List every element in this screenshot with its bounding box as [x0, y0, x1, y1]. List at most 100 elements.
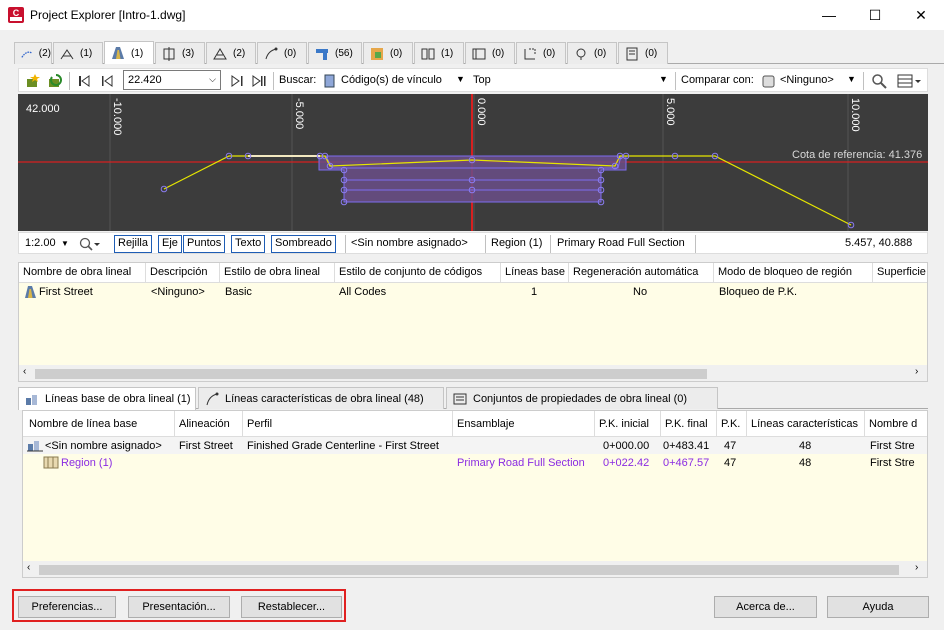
- refresh-icon[interactable]: [47, 73, 63, 89]
- station-selector[interactable]: 22.420 ⌵: [123, 70, 221, 90]
- table-row[interactable]: Region (1) Primary Road Full Section 0+0…: [23, 454, 927, 471]
- table-row[interactable]: <Sin nombre asignado> First Street Finis…: [23, 437, 927, 454]
- section-viewer[interactable]: -10.000 -5.000 0.000 5.000 10.000 42.000 Cot…: [18, 94, 928, 231]
- column-header[interactable]: Nombre d: [869, 418, 917, 430]
- corridor-table-header: Nombre de obra lineal Descripción Estilo d…: [19, 263, 927, 283]
- object-tab[interactable]: (0): [363, 42, 413, 64]
- last-station-icon[interactable]: [251, 73, 267, 89]
- compare-dropdown[interactable]: <Ninguno>: [780, 74, 834, 86]
- object-tab[interactable]: (0): [257, 42, 307, 64]
- profile-icon: [60, 48, 74, 59]
- chevron-down-icon[interactable]: ▼: [456, 74, 465, 84]
- object-tab[interactable]: (56): [308, 42, 362, 64]
- column-header[interactable]: Descripción: [150, 266, 207, 278]
- search-value-dropdown[interactable]: Top: [473, 74, 491, 86]
- cell-style: Basic: [225, 286, 252, 298]
- add-star-icon[interactable]: [25, 73, 41, 89]
- object-tab[interactable]: (0): [465, 42, 515, 64]
- object-tab[interactable]: (3): [155, 42, 205, 64]
- points-toggle[interactable]: Puntos: [183, 235, 226, 253]
- about-button[interactable]: Acerca de...: [714, 596, 817, 618]
- object-tab[interactable]: (0): [618, 42, 668, 64]
- cell-lock-mode: Bloqueo de P.K.: [719, 286, 798, 298]
- offset-tick-label: -5.000: [293, 98, 305, 129]
- baseline-icon: [27, 441, 43, 452]
- text-toggle[interactable]: Texto: [231, 235, 266, 253]
- column-header[interactable]: Alineación: [179, 418, 230, 430]
- help-button[interactable]: Ayuda: [827, 596, 929, 618]
- column-header[interactable]: P.K.: [721, 418, 740, 430]
- column-header[interactable]: Estilo de obra lineal: [224, 266, 320, 278]
- civil3d-app-icon: C: [8, 7, 24, 23]
- scale-dropdown[interactable]: 1:2.00: [25, 237, 56, 249]
- baseline-name: <Sin nombre asignado>: [351, 237, 468, 249]
- object-tab[interactable]: (1): [414, 42, 464, 64]
- minimize-button[interactable]: —: [806, 0, 852, 30]
- cell-assembly: Primary Road Full Section: [457, 457, 585, 469]
- close-button[interactable]: ✕: [898, 0, 944, 30]
- column-header[interactable]: Modo de bloqueo de región: [718, 266, 852, 278]
- compare-surface-icon: [762, 75, 775, 88]
- grid-toggle[interactable]: Rejilla: [114, 235, 152, 253]
- column-header[interactable]: Líneas base: [505, 266, 565, 278]
- chevron-down-icon[interactable]: ▼: [847, 74, 856, 84]
- scroll-left-icon[interactable]: ‹: [27, 562, 30, 573]
- preferences-button[interactable]: Preferencias...: [18, 596, 116, 618]
- pipe-network-icon: [316, 48, 328, 60]
- object-tab[interactable]: (0): [516, 42, 566, 64]
- column-header[interactable]: P.K. inicial: [599, 418, 649, 430]
- column-header[interactable]: Nombre de obra lineal: [23, 266, 131, 278]
- presentation-button[interactable]: Presentación...: [128, 596, 230, 618]
- scrollbar-thumb[interactable]: [35, 369, 707, 379]
- cell-name: <Sin nombre asignado>: [45, 440, 162, 452]
- column-header[interactable]: P.K. final: [665, 418, 708, 430]
- scrollbar-thumb[interactable]: [39, 565, 899, 575]
- title-bar: C Project Explorer [Intro-1.dwg] — ☐ ✕: [0, 0, 944, 30]
- detail-tab[interactable]: Líneas base de obra lineal (1): [18, 387, 196, 410]
- previous-station-icon[interactable]: [99, 73, 115, 89]
- axis-toggle[interactable]: Eje: [158, 235, 182, 253]
- offset-tick-label: 0.000: [475, 98, 487, 126]
- column-header[interactable]: Líneas características: [751, 418, 858, 430]
- cell-end-station: 0+483.41: [663, 440, 710, 452]
- offset-tick-label: 10.000: [849, 98, 861, 132]
- shading-toggle[interactable]: Sombreado: [271, 235, 336, 253]
- detail-tab-label: Conjuntos de propiedades de obra lineal …: [473, 392, 688, 405]
- layout-options-icon[interactable]: [897, 73, 923, 89]
- zoom-icon[interactable]: [871, 73, 887, 89]
- object-tab[interactable]: (1): [53, 42, 103, 64]
- object-tab-count: (1): [441, 48, 454, 59]
- scroll-right-icon[interactable]: ›: [915, 366, 918, 377]
- reset-button[interactable]: Restablecer...: [241, 596, 342, 618]
- object-tab[interactable]: (2): [206, 42, 256, 64]
- next-station-icon[interactable]: [229, 73, 245, 89]
- object-tab[interactable]: (2): [14, 42, 52, 64]
- horizontal-scrollbar[interactable]: ‹ ›: [19, 365, 927, 381]
- feature-line-icon: [206, 392, 219, 405]
- cursor-coordinates: 5.457, 40.888: [845, 237, 913, 249]
- first-station-icon[interactable]: [77, 73, 93, 89]
- zoom-menu-icon[interactable]: [79, 236, 101, 252]
- chevron-down-icon[interactable]: ▼: [659, 74, 668, 84]
- reference-elevation-label: Cota de referencia: 41.376: [792, 149, 923, 161]
- object-tab[interactable]: (0): [567, 42, 617, 64]
- chevron-down-icon[interactable]: ▼: [61, 239, 69, 248]
- column-header[interactable]: Estilo de conjunto de códigos: [339, 266, 482, 278]
- detail-tab[interactable]: Conjuntos de propiedades de obra lineal …: [446, 387, 718, 409]
- scroll-right-icon[interactable]: ›: [915, 562, 918, 573]
- maximize-button[interactable]: ☐: [852, 0, 898, 30]
- detail-tab[interactable]: Líneas características de obra lineal (4…: [198, 387, 444, 409]
- surface-icon: [213, 47, 227, 59]
- column-header[interactable]: Superficie: [877, 266, 926, 278]
- column-header[interactable]: Nombre de línea base: [29, 418, 137, 430]
- scroll-left-icon[interactable]: ‹: [23, 366, 26, 377]
- table-row[interactable]: First Street <Ninguno> Basic All Codes 1…: [19, 283, 927, 301]
- column-header[interactable]: Perfil: [247, 418, 272, 430]
- search-type-dropdown[interactable]: Código(s) de vínculo: [341, 74, 442, 86]
- cell-profile: Finished Grade Centerline - First Street: [247, 440, 439, 452]
- object-tab[interactable]: (1): [104, 41, 154, 64]
- cell-baselines: 1: [531, 286, 538, 298]
- horizontal-scrollbar[interactable]: ‹ ›: [23, 561, 927, 577]
- column-header[interactable]: Ensamblaje: [457, 418, 514, 430]
- column-header[interactable]: Regeneración automática: [573, 266, 698, 278]
